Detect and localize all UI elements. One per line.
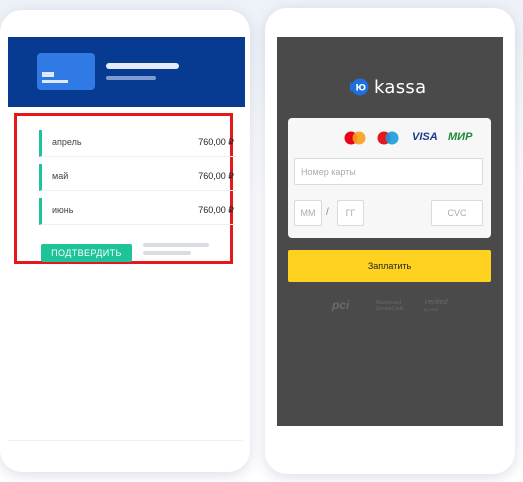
credit-card-icon <box>37 53 95 90</box>
confirm-button[interactable]: ПОДТВЕРДИТЬ <box>41 244 132 262</box>
month-amount: 760,00 ₽ <box>198 171 234 181</box>
visa-logo: VISA <box>412 131 438 143</box>
month-name: апрель <box>52 137 82 147</box>
mir-logo: МИР <box>448 131 473 143</box>
text-placeholder-line <box>143 243 209 247</box>
text-placeholder-line <box>143 251 191 255</box>
card-header <box>8 37 245 107</box>
header-title-placeholder <box>106 63 179 69</box>
header-subtitle-placeholder <box>106 76 156 80</box>
left-phone: апрель 760,00 ₽ май 760,00 ₽ июнь 760,00… <box>0 10 250 472</box>
card-strip <box>42 80 68 83</box>
card-form: VISA МИР / <box>288 118 491 238</box>
payment-screen: Ю kassa VISA МИР / Заплатить pci <box>277 37 503 426</box>
verified-by-visa-logo: Verified by VISA <box>424 299 447 313</box>
right-phone: Ю kassa VISA МИР / Заплатить pci <box>265 8 515 474</box>
month-row[interactable]: июнь 760,00 ₽ <box>39 198 236 225</box>
card-number-input[interactable] <box>294 158 483 185</box>
verified-by-visa-line1: Verified <box>424 299 448 306</box>
cvc-input[interactable] <box>431 200 483 226</box>
month-amount: 760,00 ₽ <box>198 137 234 147</box>
month-row[interactable]: май 760,00 ₽ <box>39 164 236 191</box>
expiry-month-input[interactable] <box>294 200 322 226</box>
mastercard-icon <box>344 131 366 145</box>
verified-by-visa-line2: by VISA <box>424 307 439 312</box>
maestro-icon <box>377 131 399 145</box>
svg-text:Ю: Ю <box>356 84 367 94</box>
mastercard-securecode-line2: SecureCode <box>376 306 404 312</box>
highlight-box: апрель 760,00 ₽ май 760,00 ₽ июнь 760,00… <box>14 113 236 264</box>
month-amount: 760,00 ₽ <box>198 205 234 215</box>
month-name: май <box>52 171 69 181</box>
pci-dss-logo: pci <box>332 298 350 312</box>
bottom-divider <box>8 440 243 441</box>
mastercard-securecode-logo: Mastercard SecureCode <box>376 300 404 312</box>
logo-text: kassa <box>374 76 427 98</box>
month-name: июнь <box>52 205 74 215</box>
kassa-logo-icon: Ю <box>350 78 369 96</box>
security-logos: pci Mastercard SecureCode Verified by VI… <box>332 297 452 317</box>
pay-button[interactable]: Заплатить <box>288 250 491 282</box>
date-separator: / <box>326 207 329 218</box>
month-row[interactable]: апрель 760,00 ₽ <box>39 130 236 157</box>
card-chip <box>42 72 54 77</box>
kassa-logo: Ю kassa <box>349 76 427 98</box>
expiry-year-input[interactable] <box>337 200 364 226</box>
